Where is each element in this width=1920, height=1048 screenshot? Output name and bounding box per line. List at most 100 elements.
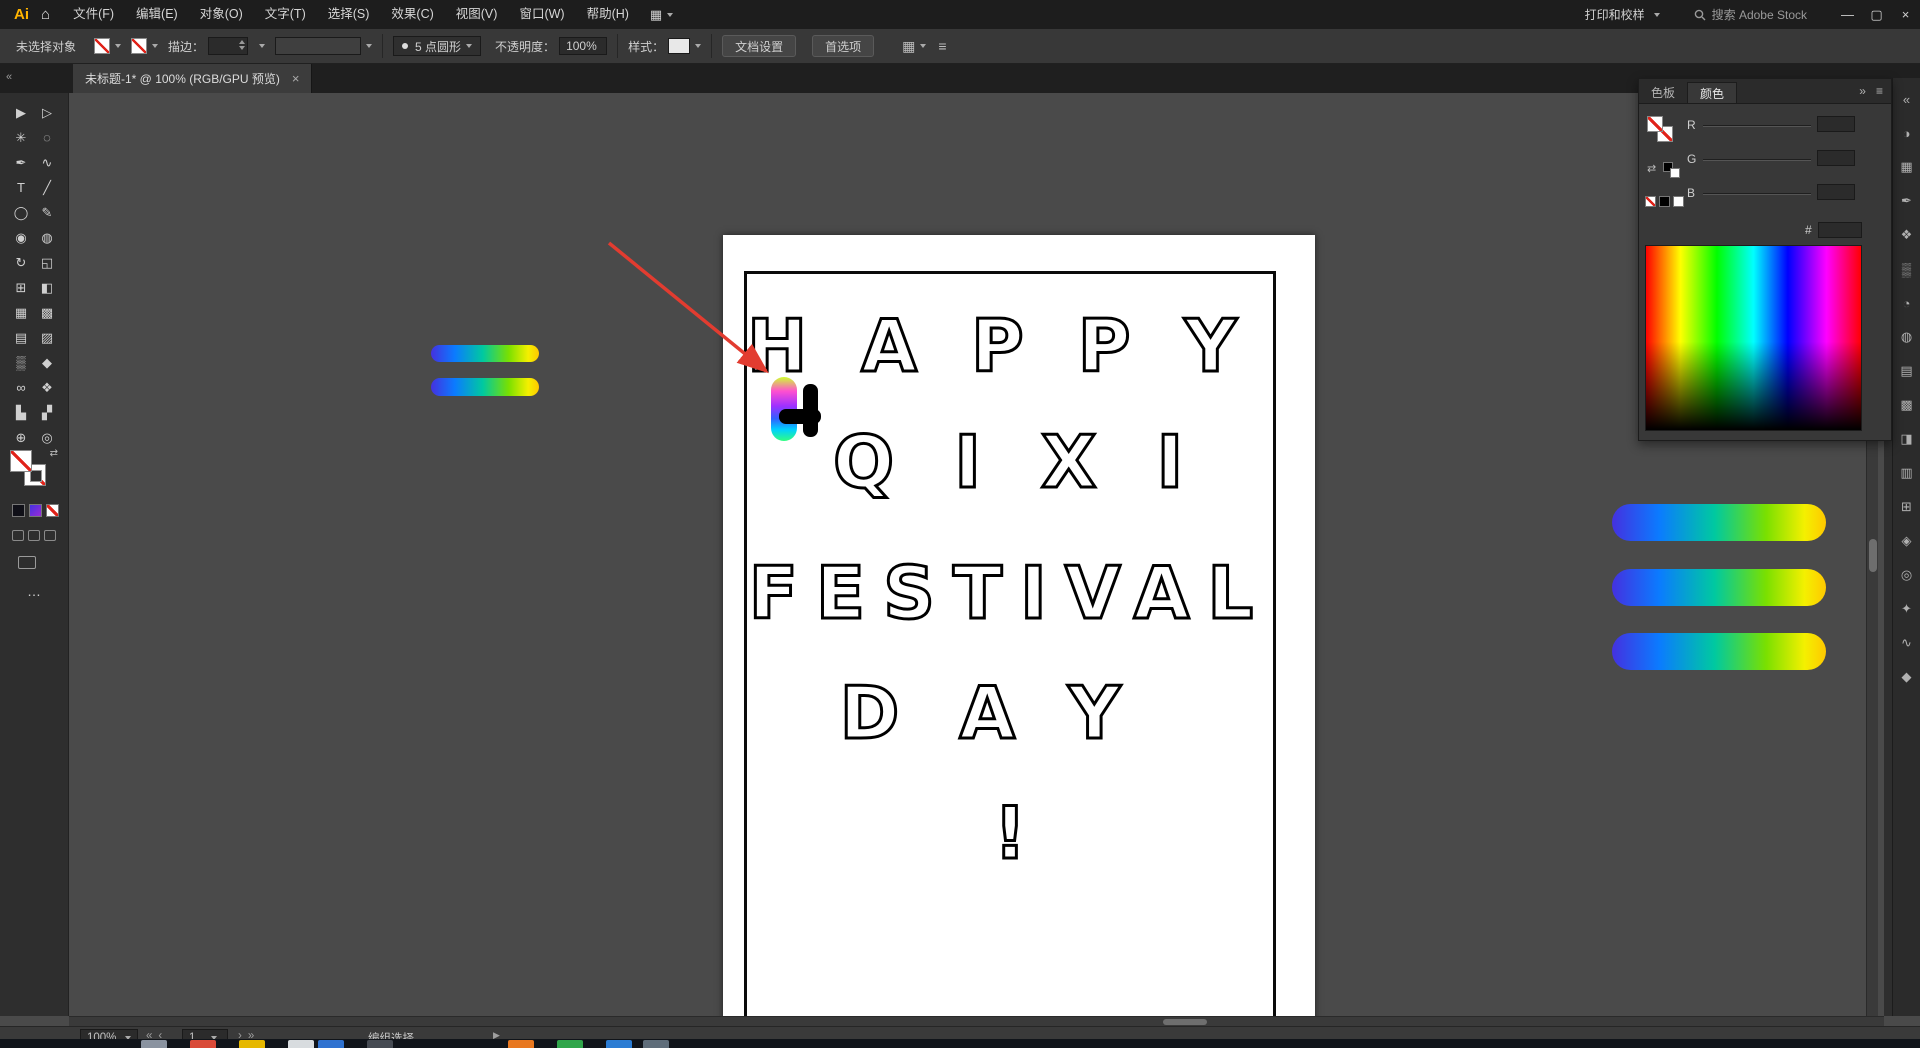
gradient-capsule-small[interactable] (431, 378, 539, 396)
poster-text-line[interactable]: HAPPY (746, 309, 1273, 384)
brushes-panel-icon[interactable]: ✒ (1893, 184, 1920, 218)
channel-slider[interactable] (1703, 159, 1811, 161)
rotate-tool[interactable]: ↻ (8, 250, 34, 275)
artboard-tool[interactable]: ▙ (8, 400, 34, 425)
gradient-letter-h[interactable] (771, 377, 821, 441)
channel-value-field[interactable] (1817, 184, 1855, 200)
tab-swatches[interactable]: 色板 (1639, 82, 1687, 103)
document-tab[interactable]: 未标题-1* @ 100% (RGB/GPU 预览) × (73, 64, 313, 93)
artboards-panel-icon[interactable]: ◨ (1893, 422, 1920, 456)
transparency-panel-icon[interactable]: ◔ (1893, 286, 1920, 320)
pathfinder-panel-icon[interactable]: ◈ (1893, 524, 1920, 558)
poster-text-line[interactable]: FESTIVAL (747, 556, 1273, 631)
panel-menu-icon[interactable]: ≡ (1876, 84, 1883, 98)
vertical-scrollbar-thumb[interactable] (1869, 539, 1877, 572)
graphic-styles-panel-icon[interactable]: ▤ (1893, 354, 1920, 388)
channel-value-field[interactable] (1817, 116, 1855, 132)
none-button[interactable] (46, 504, 59, 517)
direct-selection-tool[interactable]: ▷ (34, 100, 60, 125)
default-white-swatch[interactable] (1670, 168, 1680, 178)
fill-proxy-swatch[interactable] (10, 450, 32, 472)
blend-tool[interactable]: ◆ (34, 350, 60, 375)
ellipse-tool[interactable]: ◯ (8, 200, 34, 225)
taskbar-icon[interactable] (318, 1040, 344, 1048)
scale-tool[interactable]: ◱ (34, 250, 60, 275)
taskbar-icon[interactable] (288, 1040, 314, 1048)
stroke-panel-icon[interactable]: ∿ (1893, 626, 1920, 660)
taskbar-icon[interactable] (508, 1040, 534, 1048)
blob-brush-tool[interactable]: ◍ (34, 225, 60, 250)
type-tool[interactable]: T (8, 175, 34, 200)
illustrator-logo[interactable]: Ai (0, 6, 41, 23)
preferences-button[interactable]: 首选项 (812, 35, 875, 57)
brush-preset-dropdown[interactable]: 5 点圆形 (393, 36, 482, 56)
menu-item[interactable]: 视图(V) (445, 0, 509, 29)
close-button[interactable]: × (1891, 0, 1920, 29)
symbols-panel-icon[interactable]: ❖ (1893, 218, 1920, 252)
pencil-tool[interactable]: ◉ (8, 225, 34, 250)
selection-tool[interactable]: ▶ (8, 100, 34, 125)
chevron-down-icon[interactable] (695, 44, 702, 48)
color-spectrum[interactable] (1645, 245, 1862, 431)
chevron-down-icon[interactable] (152, 44, 159, 48)
hand-tool[interactable]: ⊕ (8, 425, 34, 450)
artboard[interactable]: HAPPY QIXI FESTIVAL DAY ! (723, 235, 1315, 1016)
channel-slider[interactable] (1703, 193, 1811, 195)
chevron-down-icon[interactable] (920, 44, 927, 48)
menu-item[interactable]: 选择(S) (317, 0, 381, 29)
menu-item[interactable]: 窗口(W) (508, 0, 575, 29)
close-tab-icon[interactable]: × (292, 71, 300, 86)
paintbrush-tool[interactable]: ✎ (34, 200, 60, 225)
navigator-panel-icon[interactable]: ◎ (1893, 558, 1920, 592)
mesh-tool[interactable]: ▤ (8, 325, 34, 350)
gradient-button[interactable] (29, 504, 42, 517)
pen-tool[interactable]: ✒ (8, 150, 34, 175)
channel-value-field[interactable] (1817, 150, 1855, 166)
taskbar-icon[interactable] (367, 1040, 393, 1048)
draw-inside-icon[interactable] (44, 530, 56, 541)
panel-fill-swatch[interactable] (1647, 116, 1663, 132)
expand-panels-icon[interactable]: « (1893, 82, 1920, 116)
swap-fill-stroke-icon[interactable]: ⇄ (50, 448, 58, 459)
menu-item[interactable]: 效果(C) (380, 0, 444, 29)
style-swatch[interactable] (668, 38, 691, 54)
align-panel-icon[interactable]: ⊞ (1893, 490, 1920, 524)
taskbar-icon[interactable] (141, 1040, 167, 1048)
libraries-panel-icon[interactable]: ◆ (1893, 660, 1920, 694)
horizontal-scrollbar-thumb[interactable] (1163, 1019, 1207, 1025)
asset-export-panel-icon[interactable]: ▥ (1893, 456, 1920, 490)
stock-search[interactable]: 搜索 Adobe Stock (1694, 6, 1807, 23)
menu-item[interactable]: 帮助(H) (576, 0, 640, 29)
poster-text-line[interactable]: ! (747, 796, 1273, 871)
menu-item[interactable]: 文件(F) (62, 0, 125, 29)
opacity-field[interactable]: 100% (559, 37, 608, 55)
document-setup-button[interactable]: 文档设置 (722, 35, 797, 57)
lasso-tool[interactable]: ◌ (34, 125, 60, 150)
eyedropper-tool[interactable]: ▒ (8, 350, 34, 375)
draw-normal-icon[interactable] (12, 530, 24, 541)
menu-item[interactable]: 对象(O) (189, 0, 254, 29)
toolbar-collapse-icon[interactable]: « (6, 71, 12, 83)
collapse-panel-icon[interactable]: » (1859, 84, 1866, 98)
info-panel-icon[interactable]: ✦ (1893, 592, 1920, 626)
taskbar-icon[interactable] (606, 1040, 632, 1048)
panel-options-icon[interactable]: ≡ (938, 38, 946, 54)
width-tool[interactable]: ⊞ (8, 275, 34, 300)
minimize-button[interactable]: — (1833, 0, 1862, 29)
channel-slider[interactable] (1703, 125, 1811, 127)
gradient-capsule-large[interactable] (1612, 633, 1826, 670)
shape-builder-tool[interactable]: ▦ (8, 300, 34, 325)
menu-item[interactable]: 文字(T) (254, 0, 317, 29)
swatches-panel-icon[interactable]: ▦ (1893, 150, 1920, 184)
color-button[interactable] (12, 504, 25, 517)
tab-color[interactable]: 颜色 (1687, 82, 1738, 103)
arrange-documents-icon[interactable]: ▦ (650, 7, 662, 23)
menu-item[interactable]: 编辑(E) (125, 0, 189, 29)
symbol-sprayer-tool[interactable]: ∞ (8, 375, 34, 400)
gradient-capsule-small[interactable] (431, 345, 539, 362)
poster-border-rect[interactable]: HAPPY QIXI FESTIVAL DAY ! (744, 271, 1276, 1016)
stroke-weight-stepper[interactable] (208, 37, 249, 55)
poster-text-line[interactable]: QIXI (747, 425, 1273, 500)
taskbar-icon[interactable] (239, 1040, 265, 1048)
variable-width-profile-dropdown[interactable] (275, 37, 362, 55)
